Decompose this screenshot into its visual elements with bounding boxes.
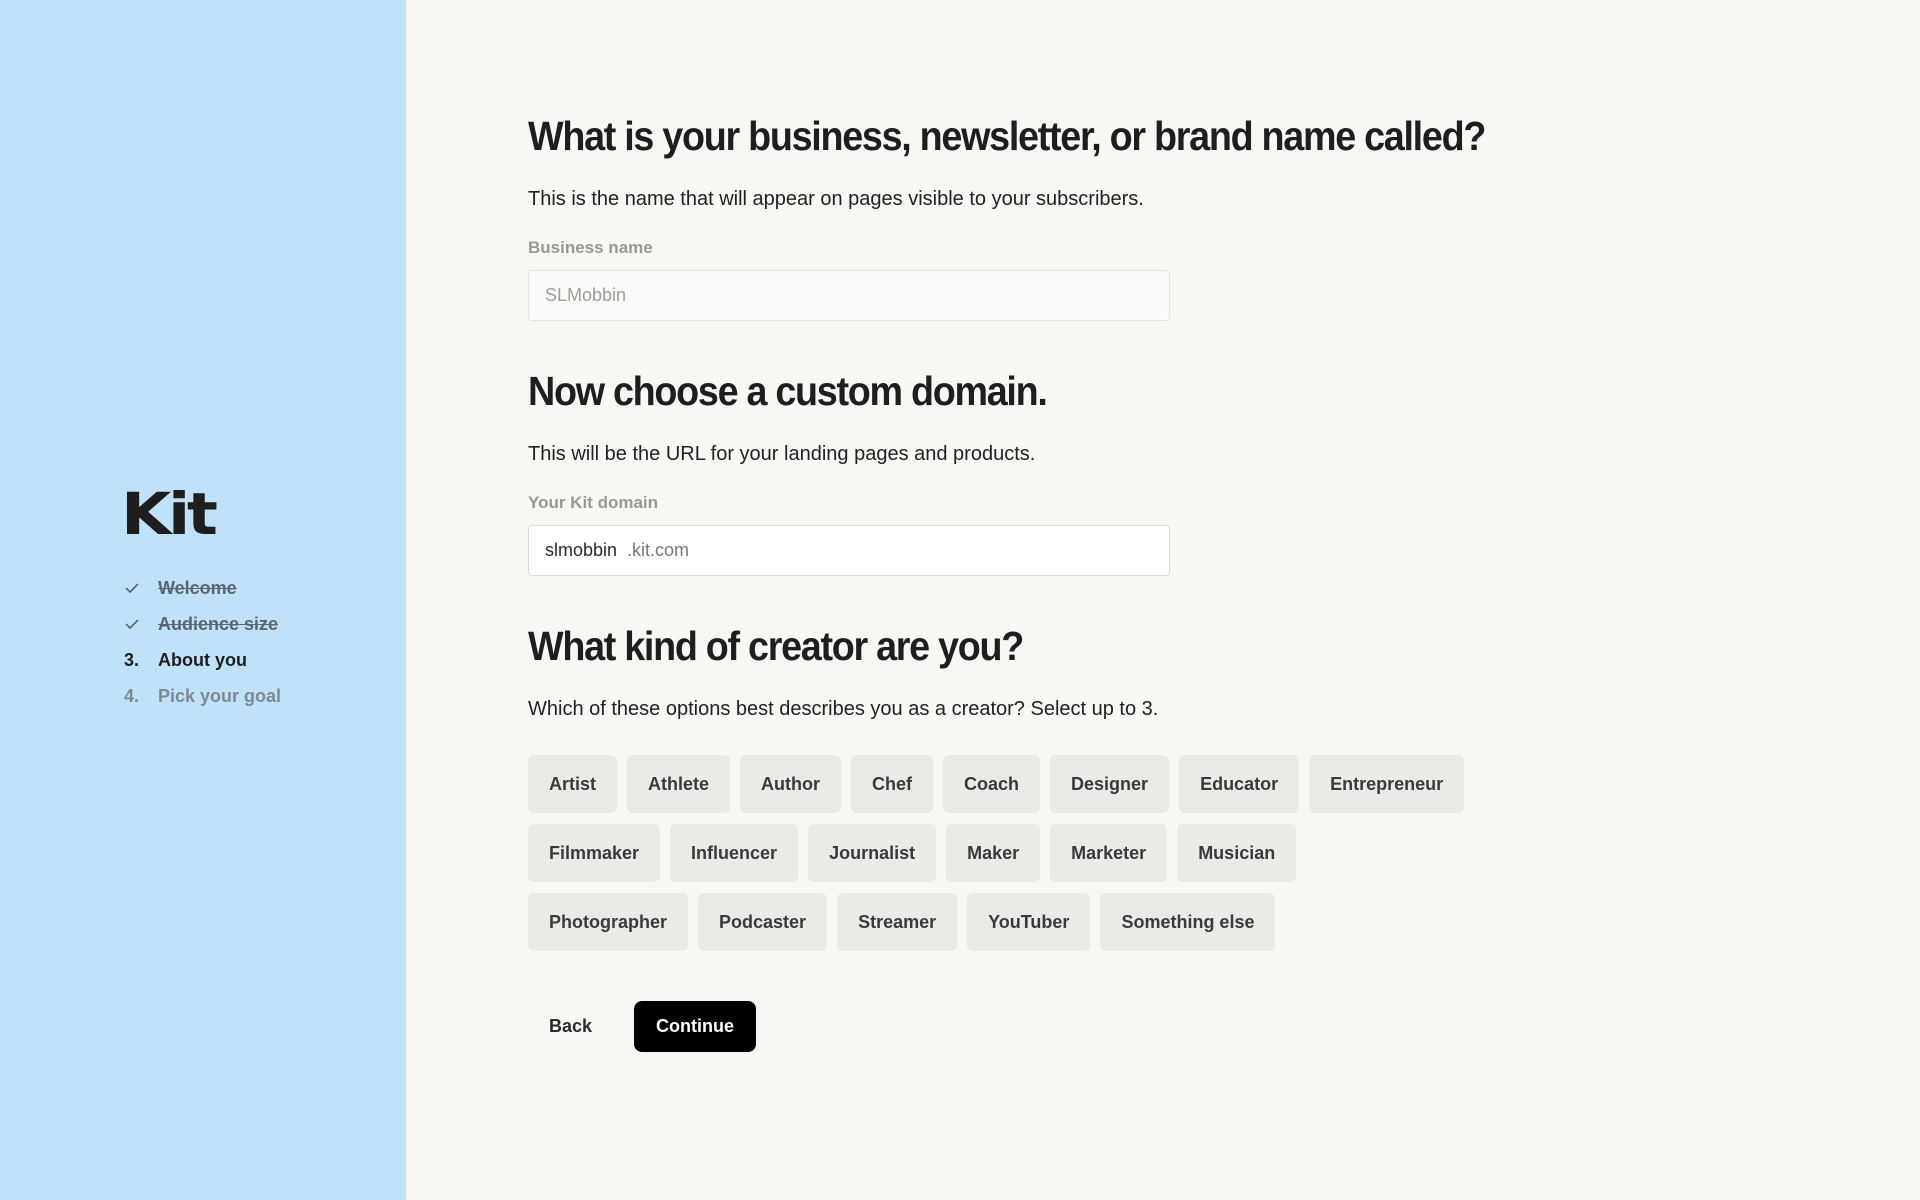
chip-educator[interactable]: Educator (1179, 755, 1300, 813)
chip-journalist[interactable]: Journalist (808, 824, 937, 882)
domain-suffix: .kit.com (627, 540, 690, 560)
onboarding-steps: Welcome Audience size 3. About you 4. Pi… (124, 570, 281, 714)
chip-row: Artist Athlete Author Chef Coach Designe… (528, 755, 1465, 813)
business-name-label: Business name (528, 238, 653, 257)
business-heading: What is your business, newsletter, or br… (528, 113, 1486, 159)
step-welcome: Welcome (124, 570, 281, 606)
chip-youtuber[interactable]: YouTuber (967, 893, 1091, 951)
back-button[interactable]: Back (528, 1001, 613, 1052)
chip-streamer[interactable]: Streamer (837, 893, 958, 951)
kit-logo: Kit (121, 480, 218, 548)
chip-maker[interactable]: Maker (946, 824, 1041, 882)
chip-influencer[interactable]: Influencer (670, 824, 799, 882)
step-label: About you (158, 649, 247, 670)
domain-input[interactable]: slmobbin .kit.com (528, 525, 1170, 576)
chip-author[interactable]: Author (740, 755, 842, 813)
business-name-placeholder: SLMobbin (545, 285, 627, 305)
creator-heading: What kind of creator are you? (528, 623, 1024, 669)
chip-photographer[interactable]: Photographer (528, 893, 689, 951)
step-pick-your-goal: 4. Pick your goal (124, 678, 281, 714)
chip-entrepreneur[interactable]: Entrepreneur (1309, 755, 1465, 813)
domain-value: slmobbin (545, 540, 618, 560)
domain-heading: Now choose a custom domain. (528, 368, 1048, 414)
form-actions: Back Continue (528, 1001, 757, 1052)
chip-athlete[interactable]: Athlete (627, 755, 731, 813)
step-audience-size: Audience size (124, 606, 281, 642)
domain-label: Your Kit domain (528, 493, 659, 512)
domain-description: This will be the URL for your landing pa… (528, 443, 1036, 465)
chip-row: Photographer Podcaster Streamer YouTuber… (528, 893, 1464, 951)
chip-musician[interactable]: Musician (1177, 824, 1297, 882)
chip-marketer[interactable]: Marketer (1050, 824, 1168, 882)
check-icon (124, 616, 158, 632)
step-number: 3. (124, 649, 140, 670)
chip-filmmaker[interactable]: Filmmaker (528, 824, 661, 882)
check-icon (124, 580, 158, 596)
continue-button[interactable]: Continue (634, 1001, 757, 1052)
step-number: 4. (124, 685, 140, 706)
business-description: This is the name that will appear on pag… (528, 188, 1144, 210)
step-label: Pick your goal (158, 685, 282, 706)
creator-options: Artist Athlete Author Chef Coach Designe… (528, 755, 1465, 962)
chip-coach[interactable]: Coach (943, 755, 1041, 813)
sidebar: Kit Welcome Audience size 3. About you 4… (0, 0, 406, 1200)
step-label: Welcome (158, 577, 237, 598)
chip-artist[interactable]: Artist (528, 755, 618, 813)
step-about-you: 3. About you (124, 642, 281, 678)
step-label: Audience size (158, 613, 279, 634)
creator-description: Which of these options best describes yo… (528, 698, 1159, 720)
chip-chef[interactable]: Chef (851, 755, 934, 813)
chip-podcaster[interactable]: Podcaster (698, 893, 828, 951)
chip-something-else[interactable]: Something else (1100, 893, 1276, 951)
business-name-input[interactable]: SLMobbin (528, 270, 1170, 321)
chip-designer[interactable]: Designer (1050, 755, 1170, 813)
chip-row: Filmmaker Influencer Journalist Maker Ma… (528, 824, 1464, 882)
